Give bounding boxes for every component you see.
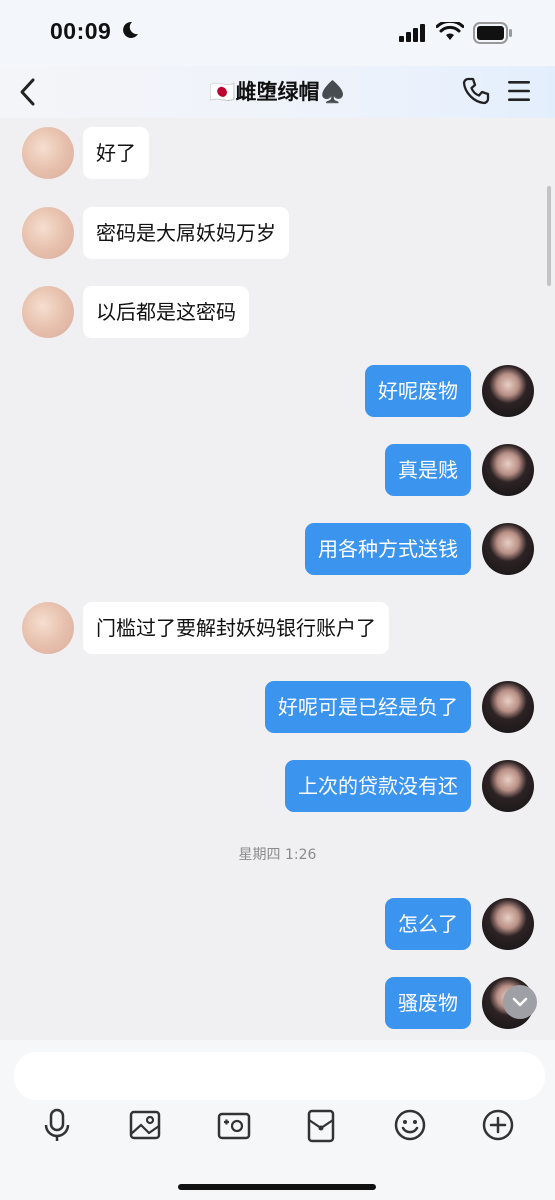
phone-icon[interactable] — [460, 75, 492, 107]
message-input[interactable] — [14, 1052, 545, 1100]
message-row: 以后都是这密码 — [0, 286, 555, 340]
message-bubble[interactable]: 用各种方式送钱 — [305, 523, 471, 575]
message-row: 好呢废物 — [0, 365, 555, 419]
camera-icon[interactable] — [217, 1108, 251, 1142]
message-row: 怎么了 — [0, 898, 555, 952]
image-icon[interactable] — [129, 1108, 161, 1142]
my-avatar[interactable] — [482, 523, 534, 575]
status-bar: 00:09 — [0, 0, 555, 66]
my-avatar[interactable] — [482, 444, 534, 496]
my-avatar[interactable] — [482, 681, 534, 733]
composer-toolbar — [0, 1108, 555, 1148]
message-row: 真是贱 — [0, 444, 555, 498]
hamburger-menu-icon[interactable] — [506, 77, 532, 105]
message-row: 门槛过了要解封妖妈银行账户了 — [0, 602, 555, 656]
red-packet-icon[interactable] — [306, 1108, 336, 1144]
contact-avatar[interactable] — [22, 207, 74, 259]
message-bubble[interactable]: 真是贱 — [385, 444, 471, 496]
message-bubble[interactable]: 骚废物 — [385, 977, 471, 1029]
moon-icon — [123, 21, 138, 38]
contact-avatar[interactable] — [22, 286, 74, 338]
scrollbar[interactable] — [547, 186, 551, 286]
message-bubble[interactable]: 以后都是这密码 — [83, 286, 249, 338]
composer-area — [0, 1040, 555, 1200]
message-bubble[interactable]: 好呢废物 — [365, 365, 471, 417]
status-time: 00:09 — [50, 18, 112, 44]
my-avatar[interactable] — [482, 898, 534, 950]
message-row: 好呢可是已经是负了 — [0, 681, 555, 735]
message-bubble[interactable]: 门槛过了要解封妖妈银行账户了 — [83, 602, 389, 654]
contact-avatar[interactable] — [22, 602, 74, 654]
battery-icon — [473, 22, 512, 44]
message-row: 上次的贷款没有还 — [0, 760, 555, 814]
message-list[interactable]: 好了 密码是大屌妖妈万岁 以后都是这密码 好呢废物 真是贱 用各种方式送钱 门槛… — [0, 118, 555, 1040]
wifi-icon — [436, 22, 464, 40]
message-row: 密码是大屌妖妈万岁 — [0, 207, 555, 261]
message-bubble[interactable]: 怎么了 — [385, 898, 471, 950]
message-bubble[interactable]: 密码是大屌妖妈万岁 — [83, 207, 289, 259]
message-row: 好了 — [0, 127, 555, 181]
message-row: 骚废物 — [0, 977, 555, 1031]
plus-icon[interactable] — [481, 1108, 515, 1142]
home-indicator[interactable] — [178, 1184, 376, 1190]
message-bubble[interactable]: 好呢可是已经是负了 — [265, 681, 471, 733]
message-bubble[interactable]: 好了 — [83, 127, 149, 179]
microphone-icon[interactable] — [42, 1108, 72, 1144]
message-timestamp: 星期四 1:26 — [238, 847, 317, 863]
cellular-signal-icon — [399, 24, 425, 42]
message-bubble[interactable]: 上次的贷款没有还 — [285, 760, 471, 812]
emoji-icon[interactable] — [393, 1108, 427, 1142]
chevron-down-icon — [512, 997, 528, 1007]
my-avatar[interactable] — [482, 760, 534, 812]
my-avatar[interactable] — [482, 365, 534, 417]
scroll-to-bottom-button[interactable] — [503, 985, 537, 1019]
contact-avatar[interactable] — [22, 127, 74, 179]
message-row: 用各种方式送钱 — [0, 523, 555, 577]
chat-header: 🇯🇵雌堕绿帽♠️ — [0, 66, 555, 118]
